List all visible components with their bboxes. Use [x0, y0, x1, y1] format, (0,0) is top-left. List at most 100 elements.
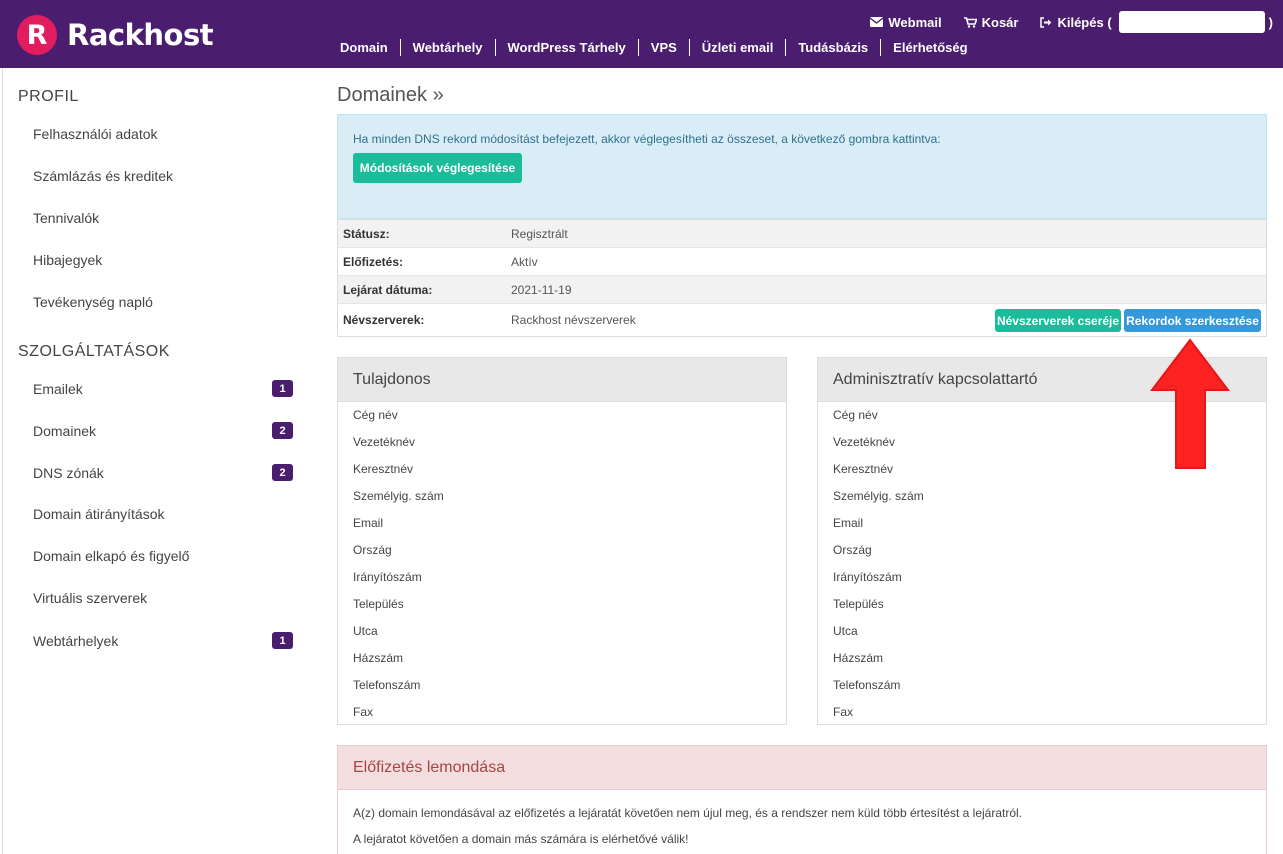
field-first-name: Keresztnév: [353, 462, 414, 476]
cart-label: Kosár: [981, 14, 1019, 30]
info-row-status: Státusz: Regisztrált: [338, 220, 1266, 248]
logout-label: Kilépés (: [1057, 14, 1112, 30]
logo-text: Rackhost: [67, 18, 214, 52]
cancel-text-1: A(z) domain lemondásával az előfizetés a…: [353, 806, 1023, 820]
profile-section-title: PROFIL: [18, 88, 79, 105]
cart-link[interactable]: Kosár: [963, 14, 1019, 30]
sidebar-item-label: Felhasználói adatok: [33, 126, 158, 142]
field-email: Email: [353, 516, 384, 530]
nav-contact[interactable]: Elérhetőség: [881, 39, 979, 56]
count-badge: 1: [272, 632, 293, 649]
sidebar-item-billing[interactable]: Számlázás és kreditek: [33, 168, 293, 184]
sidebar-item-label: Emailek: [33, 380, 83, 397]
field-phone: Telefonszám: [833, 678, 901, 692]
domain-info-table: Státusz: Regisztrált Előfizetés: Aktív L…: [337, 219, 1267, 337]
field-last-name: Vezetéknév: [353, 435, 416, 449]
field-first-name: Keresztnév: [833, 462, 894, 476]
main-nav: Domain Webtárhely WordPress Tárhely VPS …: [328, 39, 980, 56]
field-city: Település: [833, 597, 884, 611]
red-arrow-up-icon: [1150, 338, 1230, 469]
info-key: Státusz:: [343, 226, 390, 241]
sidebar-item-tickets[interactable]: Hibajegyek: [33, 252, 293, 268]
nav-domain[interactable]: Domain: [328, 39, 401, 56]
info-value: Rackhost névszerverek: [511, 313, 636, 327]
info-key: Lejárat dátuma:: [343, 282, 433, 297]
sidebar-item-webhosting[interactable]: Webtárhelyek 1: [33, 632, 293, 649]
sidebar-item-label: Hibajegyek: [33, 252, 103, 268]
sidebar-item-label: Domain átirányítások: [33, 506, 165, 522]
count-badge: 1: [272, 380, 293, 397]
cart-icon: [963, 16, 977, 28]
sign-out-icon: [1040, 16, 1052, 28]
field-fax: Fax: [353, 705, 374, 719]
field-email: Email: [833, 516, 864, 530]
cancel-text-2: A lejáratot követően a domain más számár…: [353, 832, 689, 846]
field-house-number: Házszám: [353, 651, 404, 665]
info-row-expiry: Lejárat dátuma: 2021-11-19: [338, 276, 1266, 304]
field-phone: Telefonszám: [353, 678, 421, 692]
field-country: Ország: [353, 543, 392, 557]
sidebar-item-label: Webtárhelyek: [33, 632, 119, 649]
owner-panel: Tulajdonos Cég név Vezetéknév Keresztnév…: [337, 357, 787, 725]
nav-knowledge-base[interactable]: Tudásbázis: [786, 39, 882, 56]
sidebar-item-activity-log[interactable]: Tevékenység napló: [33, 294, 293, 310]
info-key: Névszerverek:: [343, 313, 425, 327]
logout-close-paren: ): [1268, 14, 1273, 30]
sidebar-item-label: Domainek: [33, 422, 97, 439]
webmail-link[interactable]: Webmail: [870, 14, 942, 30]
sidebar-item-virtual-servers[interactable]: Virtuális szerverek: [33, 590, 293, 606]
field-street: Utca: [353, 624, 378, 638]
field-country: Ország: [833, 543, 872, 557]
top-bar: R Rackhost Webmail Kosár Kilépés ( ) Dom…: [0, 0, 1283, 68]
nav-business-email[interactable]: Üzleti email: [690, 39, 787, 56]
sidebar-item-dns-zones[interactable]: DNS zónák 2: [33, 464, 293, 481]
services-section-title: SZOLGÁLTATÁSOK: [18, 343, 170, 360]
logo-mark: R: [17, 15, 57, 55]
info-value: Regisztrált: [511, 226, 568, 241]
sidebar-item-emails[interactable]: Emailek 1: [33, 380, 293, 397]
nav-webtarhely[interactable]: Webtárhely: [401, 39, 496, 56]
finalize-changes-button[interactable]: Módosítások véglegesítése: [353, 153, 522, 183]
webmail-label: Webmail: [888, 14, 942, 30]
owner-panel-title: Tulajdonos: [338, 358, 786, 402]
sidebar-item-label: Számlázás és kreditek: [33, 168, 174, 184]
sidebar-item-label: Tennivalók: [33, 210, 100, 226]
rackhost-logo[interactable]: R Rackhost: [17, 15, 214, 55]
cancel-subscription-panel: Előfizetés lemondása A(z) domain lemondá…: [337, 745, 1267, 854]
sidebar-item-label: Tevékenység napló: [33, 294, 153, 310]
sidebar-item-label: Virtuális szerverek: [33, 590, 148, 606]
field-id-number: Személyig. szám: [353, 489, 444, 503]
nav-vps[interactable]: VPS: [639, 39, 690, 56]
field-zip: Irányítószám: [833, 570, 902, 584]
sidebar-item-domain-catcher[interactable]: Domain elkapó és figyelő: [33, 548, 293, 564]
sidebar-item-user-data[interactable]: Felhasználói adatok: [33, 126, 293, 142]
field-house-number: Házszám: [833, 651, 884, 665]
field-company-name: Cég név: [353, 408, 398, 422]
redacted-username: [1118, 11, 1265, 33]
field-company-name: Cég név: [833, 408, 878, 422]
info-row-subscription: Előfizetés: Aktív: [338, 248, 1266, 276]
field-id-number: Személyig. szám: [833, 489, 924, 503]
nameservers-change-button[interactable]: Névszerverek cseréje: [995, 309, 1121, 332]
envelope-icon: [870, 17, 884, 27]
count-badge: 2: [272, 422, 293, 439]
sidebar-item-todos[interactable]: Tennivalók: [33, 210, 293, 226]
logout-link[interactable]: Kilépés ( ): [1040, 11, 1273, 33]
info-value: Aktív: [511, 254, 538, 269]
sidebar: PROFIL Felhasználói adatok Számlázás és …: [2, 68, 312, 854]
field-zip: Irányítószám: [353, 570, 422, 584]
sidebar-item-domains[interactable]: Domainek 2: [33, 422, 293, 439]
info-row-nameservers: Névszerverek: Rackhost névszerverek Névs…: [338, 304, 1266, 336]
field-last-name: Vezetéknév: [833, 435, 896, 449]
alert-text: Ha minden DNS rekord módosítást befejeze…: [353, 132, 941, 146]
info-key: Előfizetés:: [343, 254, 404, 269]
field-city: Település: [353, 597, 404, 611]
sidebar-item-domain-redirects[interactable]: Domain átirányítások: [33, 506, 293, 522]
field-fax: Fax: [833, 705, 854, 719]
info-value: 2021-11-19: [511, 282, 572, 297]
nav-wordpress[interactable]: WordPress Tárhely: [496, 39, 639, 56]
sidebar-item-label: DNS zónák: [33, 464, 104, 481]
count-badge: 2: [272, 464, 293, 481]
top-links: Webmail Kosár Kilépés ( ): [870, 11, 1273, 33]
records-edit-button[interactable]: Rekordok szerkesztése: [1124, 309, 1261, 332]
